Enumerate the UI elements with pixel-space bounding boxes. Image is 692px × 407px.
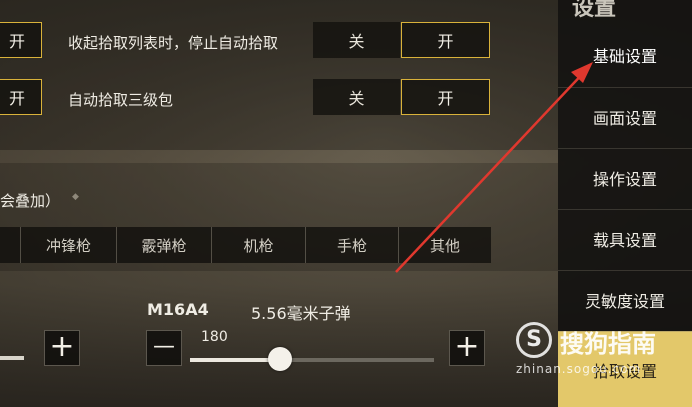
slider-fill <box>190 358 280 362</box>
watermark-url: zhinan.sogou.com <box>516 362 642 376</box>
row1-left-on-button[interactable]: 开 <box>0 22 42 58</box>
section-title: 会叠加） <box>0 192 61 210</box>
ammo-slider[interactable] <box>190 347 434 371</box>
weapon-name: M16A4 <box>147 300 209 319</box>
sogou-watermark: S 搜狗指南 zhinan.sogou.com <box>512 322 692 382</box>
row2-off-button[interactable]: 关 <box>313 79 400 115</box>
row1-off-button[interactable]: 关 <box>313 22 400 58</box>
left-slider-track-partial <box>0 356 24 360</box>
tab-partial[interactable] <box>0 227 20 263</box>
row1-label: 收起拾取列表时，停止自动拾取 <box>68 34 279 52</box>
section-marker-icon: ◆ <box>72 192 79 202</box>
sidebar-item-controls[interactable]: 操作设置 <box>558 148 692 206</box>
sogou-logo-icon: S <box>516 322 552 358</box>
left-plus-button[interactable]: + <box>44 330 80 366</box>
tab-smg[interactable]: 冲锋枪 <box>20 227 116 263</box>
sidebar-item-sensitivity[interactable]: 灵敏度设置 <box>558 270 692 328</box>
sidebar-item-basic[interactable]: 基础设置 <box>558 26 692 84</box>
row2-on-button[interactable]: 开 <box>401 79 490 115</box>
tab-shotgun[interactable]: 霰弹枪 <box>116 227 211 263</box>
plus-button[interactable]: + <box>449 330 485 366</box>
ammo-count: 180 <box>201 329 228 345</box>
sidebar-title: 设置 <box>572 0 617 21</box>
row2-left-on-button[interactable]: 开 <box>0 79 42 115</box>
sidebar-item-vehicle[interactable]: 载具设置 <box>558 209 692 267</box>
row1-on-button[interactable]: 开 <box>401 22 490 58</box>
minus-button[interactable]: — <box>146 330 182 366</box>
slider-thumb[interactable] <box>268 347 292 371</box>
ammo-type: 5.56毫米子弹 <box>251 304 351 323</box>
watermark-brand: 搜狗指南 <box>560 330 656 358</box>
sidebar-item-graphics[interactable]: 画面设置 <box>558 87 692 145</box>
weapon-category-tabs: 冲锋枪 霰弹枪 机枪 手枪 其他 <box>0 227 491 263</box>
row2-label: 自动拾取三级包 <box>68 91 174 109</box>
tab-other[interactable]: 其他 <box>398 227 491 263</box>
tab-machine-gun[interactable]: 机枪 <box>211 227 305 263</box>
tab-pistol[interactable]: 手枪 <box>305 227 398 263</box>
